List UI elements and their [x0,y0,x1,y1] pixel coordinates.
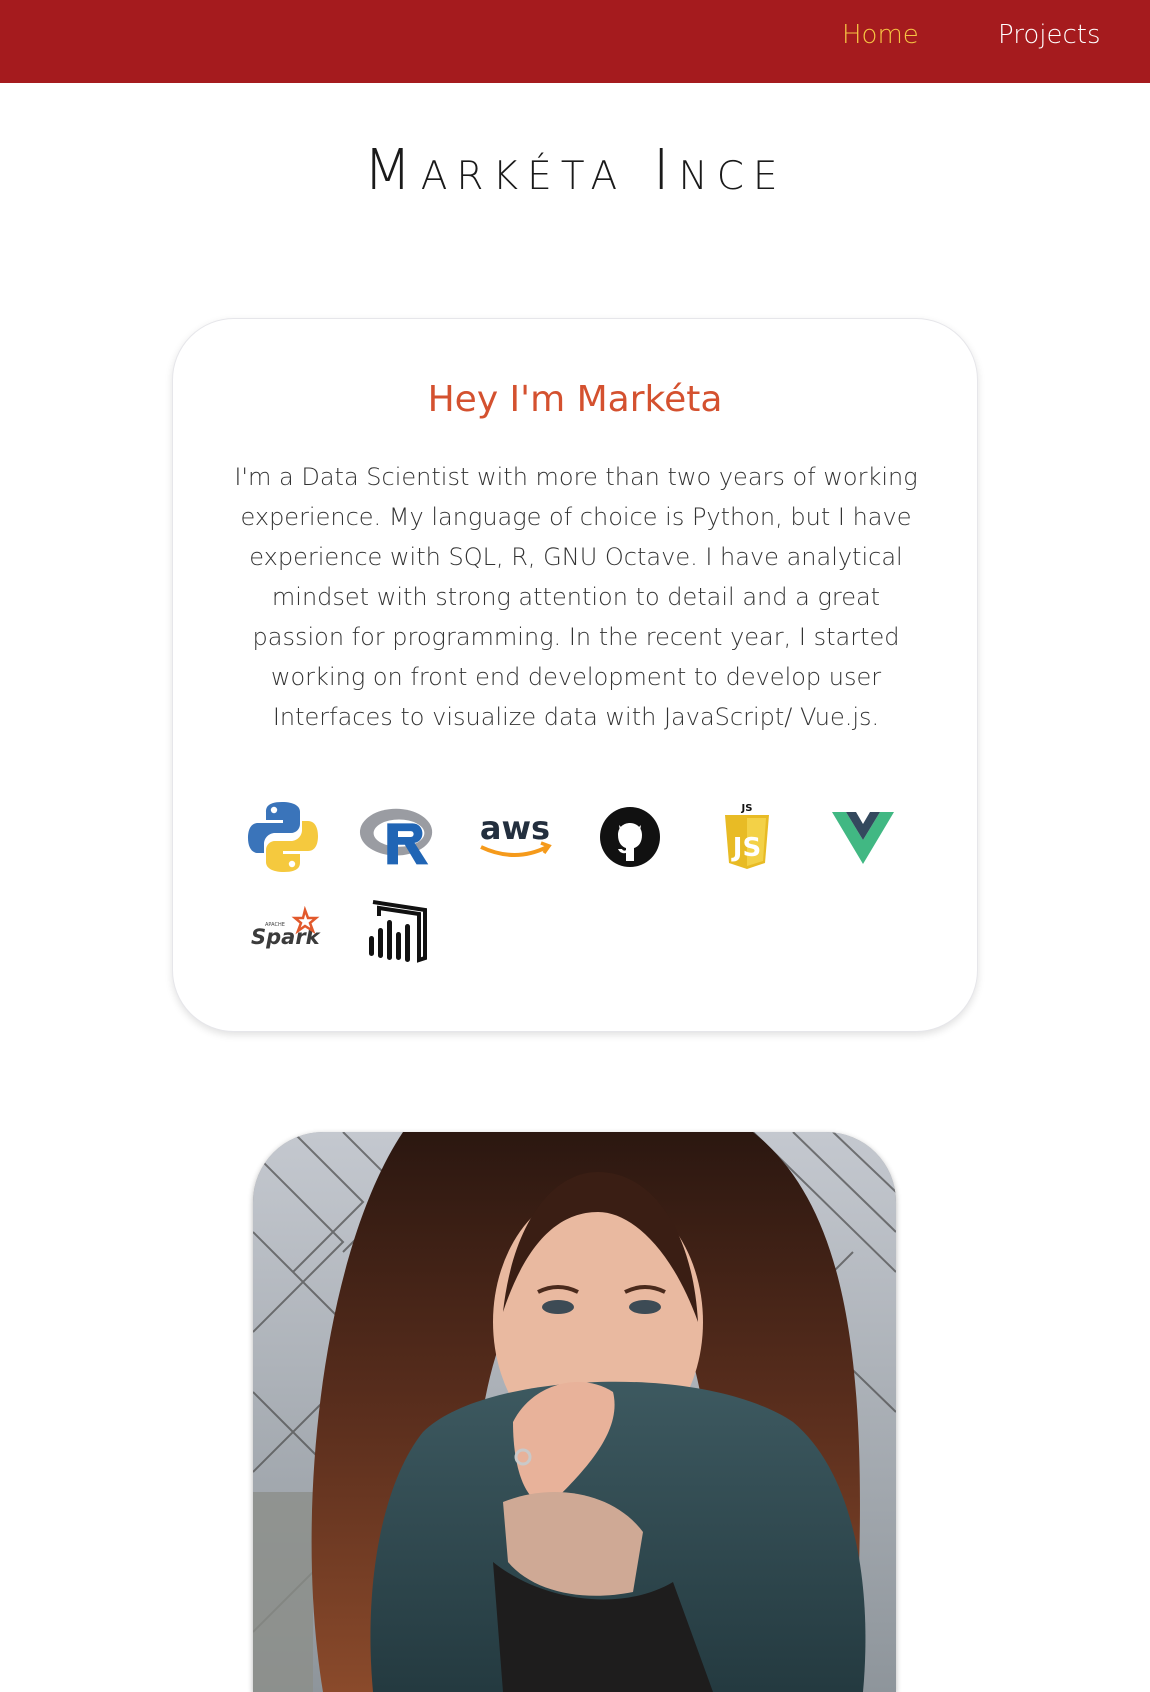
r-icon [358,797,438,877]
javascript-icon: JS JS [707,797,787,877]
profile-photo [253,1132,896,1692]
aws-icon: aws [475,797,555,877]
about-text: I'm a Data Scientist with more than two … [234,463,918,731]
svg-text:JS: JS [731,833,761,863]
site-title: Markéta Ince [363,138,787,203]
github-icon [590,797,670,877]
nav-home-link[interactable]: Home [842,20,919,50]
svg-text:aws: aws [480,809,550,847]
spark-icon: APACHE Spark [243,891,323,971]
about-card: Hey I'm Markéta I'm a Data Scientist wit… [172,318,978,1032]
vue-icon [823,797,903,877]
about-heading: Hey I'm Markéta [427,379,723,420]
navbar: Home Projects [0,0,1150,83]
nav-projects-link[interactable]: Projects [998,20,1101,50]
svg-text:JS: JS [741,803,753,814]
python-icon [243,797,323,877]
power-bi-icon [358,891,438,971]
